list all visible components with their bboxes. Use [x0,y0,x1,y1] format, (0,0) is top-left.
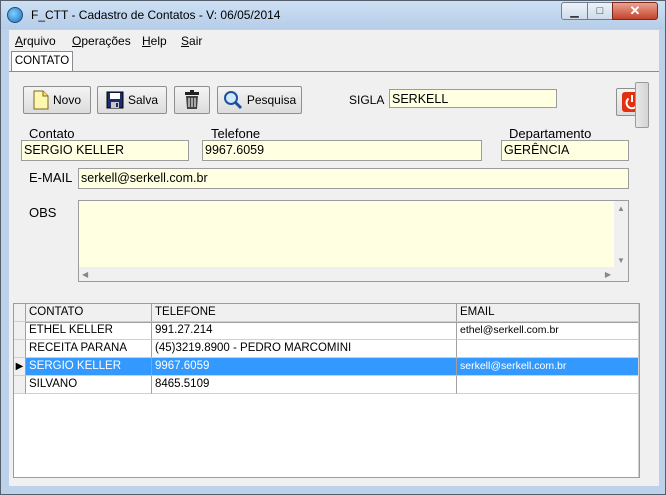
magnifier-icon [223,91,242,110]
contacts-grid[interactable]: CONTATO TELEFONE EMAIL ETHEL KELLER 991.… [13,303,640,478]
grid-scroll-thumb[interactable] [635,82,649,128]
cell-telefone[interactable]: 9967.6059 [152,358,457,376]
close-icon: ✕ [629,3,641,18]
cell-email[interactable] [457,376,639,394]
email-field[interactable]: serkell@serkell.com.br [78,168,629,189]
obs-label: OBS [29,205,57,220]
obs-memo[interactable]: ▲ ▼ ◀ ▶ [78,200,629,282]
current-row-arrow-icon: ▶ [15,361,24,372]
column-header-telefone[interactable]: TELEFONE [152,304,457,322]
salva-button[interactable]: Salva [97,86,167,114]
header-indicator [14,304,26,322]
column-header-email[interactable]: EMAIL [457,304,639,322]
tab-strip: CONTATO [9,50,659,72]
email-label: E-MAIL [29,170,73,185]
pesquisa-label: Pesquisa [246,93,297,107]
cell-email[interactable] [457,340,639,358]
new-document-icon [33,90,49,110]
scroll-up-arrow-icon: ▲ [617,204,625,213]
row-indicator [14,376,26,394]
obs-horizontal-scrollbar[interactable]: ◀ ▶ [79,267,614,281]
delete-button[interactable] [174,86,210,114]
sigla-field[interactable]: SERKELL [389,89,557,108]
minimize-button[interactable]: ▁ [561,2,588,20]
table-row-selected[interactable]: ▶ SERGIO KELLER 9967.6059 serkell@serkel… [14,358,639,376]
row-indicator [14,340,26,358]
obs-vertical-scrollbar[interactable]: ▲ ▼ [614,201,628,267]
floppy-disk-icon [106,91,124,109]
scroll-down-arrow-icon: ▼ [617,256,625,265]
client-area: Arquivo Operações Help Sair CONTATO Novo… [9,30,659,486]
contato-label: Contato [29,126,75,141]
close-button[interactable]: ✕ [612,2,658,20]
cell-email[interactable]: ethel@serkell.com.br [457,322,639,340]
trash-icon [185,90,199,109]
scroll-right-arrow-icon: ▶ [604,270,611,279]
menu-sair[interactable]: Sair [181,34,202,48]
grid-header: CONTATO TELEFONE EMAIL [14,304,639,323]
cell-email[interactable]: serkell@serkell.com.br [457,358,639,376]
row-indicator [14,322,26,340]
telefone-field[interactable]: 9967.6059 [202,140,482,161]
maximize-button[interactable]: □ [587,2,613,20]
menu-arquivo[interactable]: Arquivo [15,34,56,48]
cell-telefone[interactable]: 8465.5109 [152,376,457,394]
menu-bar: Arquivo Operações Help Sair [9,30,659,50]
table-row[interactable]: RECEITA PARANA (45)3219.8900 - PEDRO MAR… [14,340,639,358]
contact-form-panel: Novo Salva Pesquisa SIGLA SERKELL Contat… [9,71,659,305]
cell-contato[interactable]: SILVANO [26,376,152,394]
menu-operacoes[interactable]: Operações [72,34,131,48]
cell-telefone[interactable]: (45)3219.8900 - PEDRO MARCOMINI [152,340,457,358]
cell-contato[interactable]: SERGIO KELLER [26,358,152,376]
app-icon [7,7,23,23]
window-title: F_CTT - Cadastro de Contatos - V: 06/05/… [31,8,281,22]
column-header-contato[interactable]: CONTATO [26,304,152,322]
row-indicator: ▶ [14,358,26,376]
telefone-label: Telefone [211,126,261,141]
departamento-label: Departamento [509,126,592,141]
contato-field[interactable]: SERGIO KELLER [21,140,189,161]
grid-vertical-scrollbar[interactable]: ▲ ▼ [638,304,639,477]
title-bar[interactable]: F_CTT - Cadastro de Contatos - V: 06/05/… [1,1,665,29]
main-window: F_CTT - Cadastro de Contatos - V: 06/05/… [0,0,666,495]
pesquisa-button[interactable]: Pesquisa [217,86,302,114]
table-row[interactable]: ETHEL KELLER 991.27.214 ethel@serkell.co… [14,322,639,340]
sigla-label: SIGLA [349,93,385,107]
novo-button[interactable]: Novo [23,86,91,114]
tab-contato[interactable]: CONTATO [11,51,73,71]
novo-label: Novo [52,93,81,107]
cell-telefone[interactable]: 991.27.214 [152,322,457,340]
minimize-icon: ▁ [570,5,579,18]
table-row[interactable]: SILVANO 8465.5109 [14,376,639,394]
salva-label: Salva [127,93,159,107]
maximize-icon: □ [596,5,604,17]
scroll-left-arrow-icon: ◀ [82,270,89,279]
cell-contato[interactable]: RECEITA PARANA [26,340,152,358]
menu-help[interactable]: Help [142,34,167,48]
scroll-corner [614,267,628,281]
cell-contato[interactable]: ETHEL KELLER [26,322,152,340]
departamento-field[interactable]: GERÊNCIA [501,140,629,161]
